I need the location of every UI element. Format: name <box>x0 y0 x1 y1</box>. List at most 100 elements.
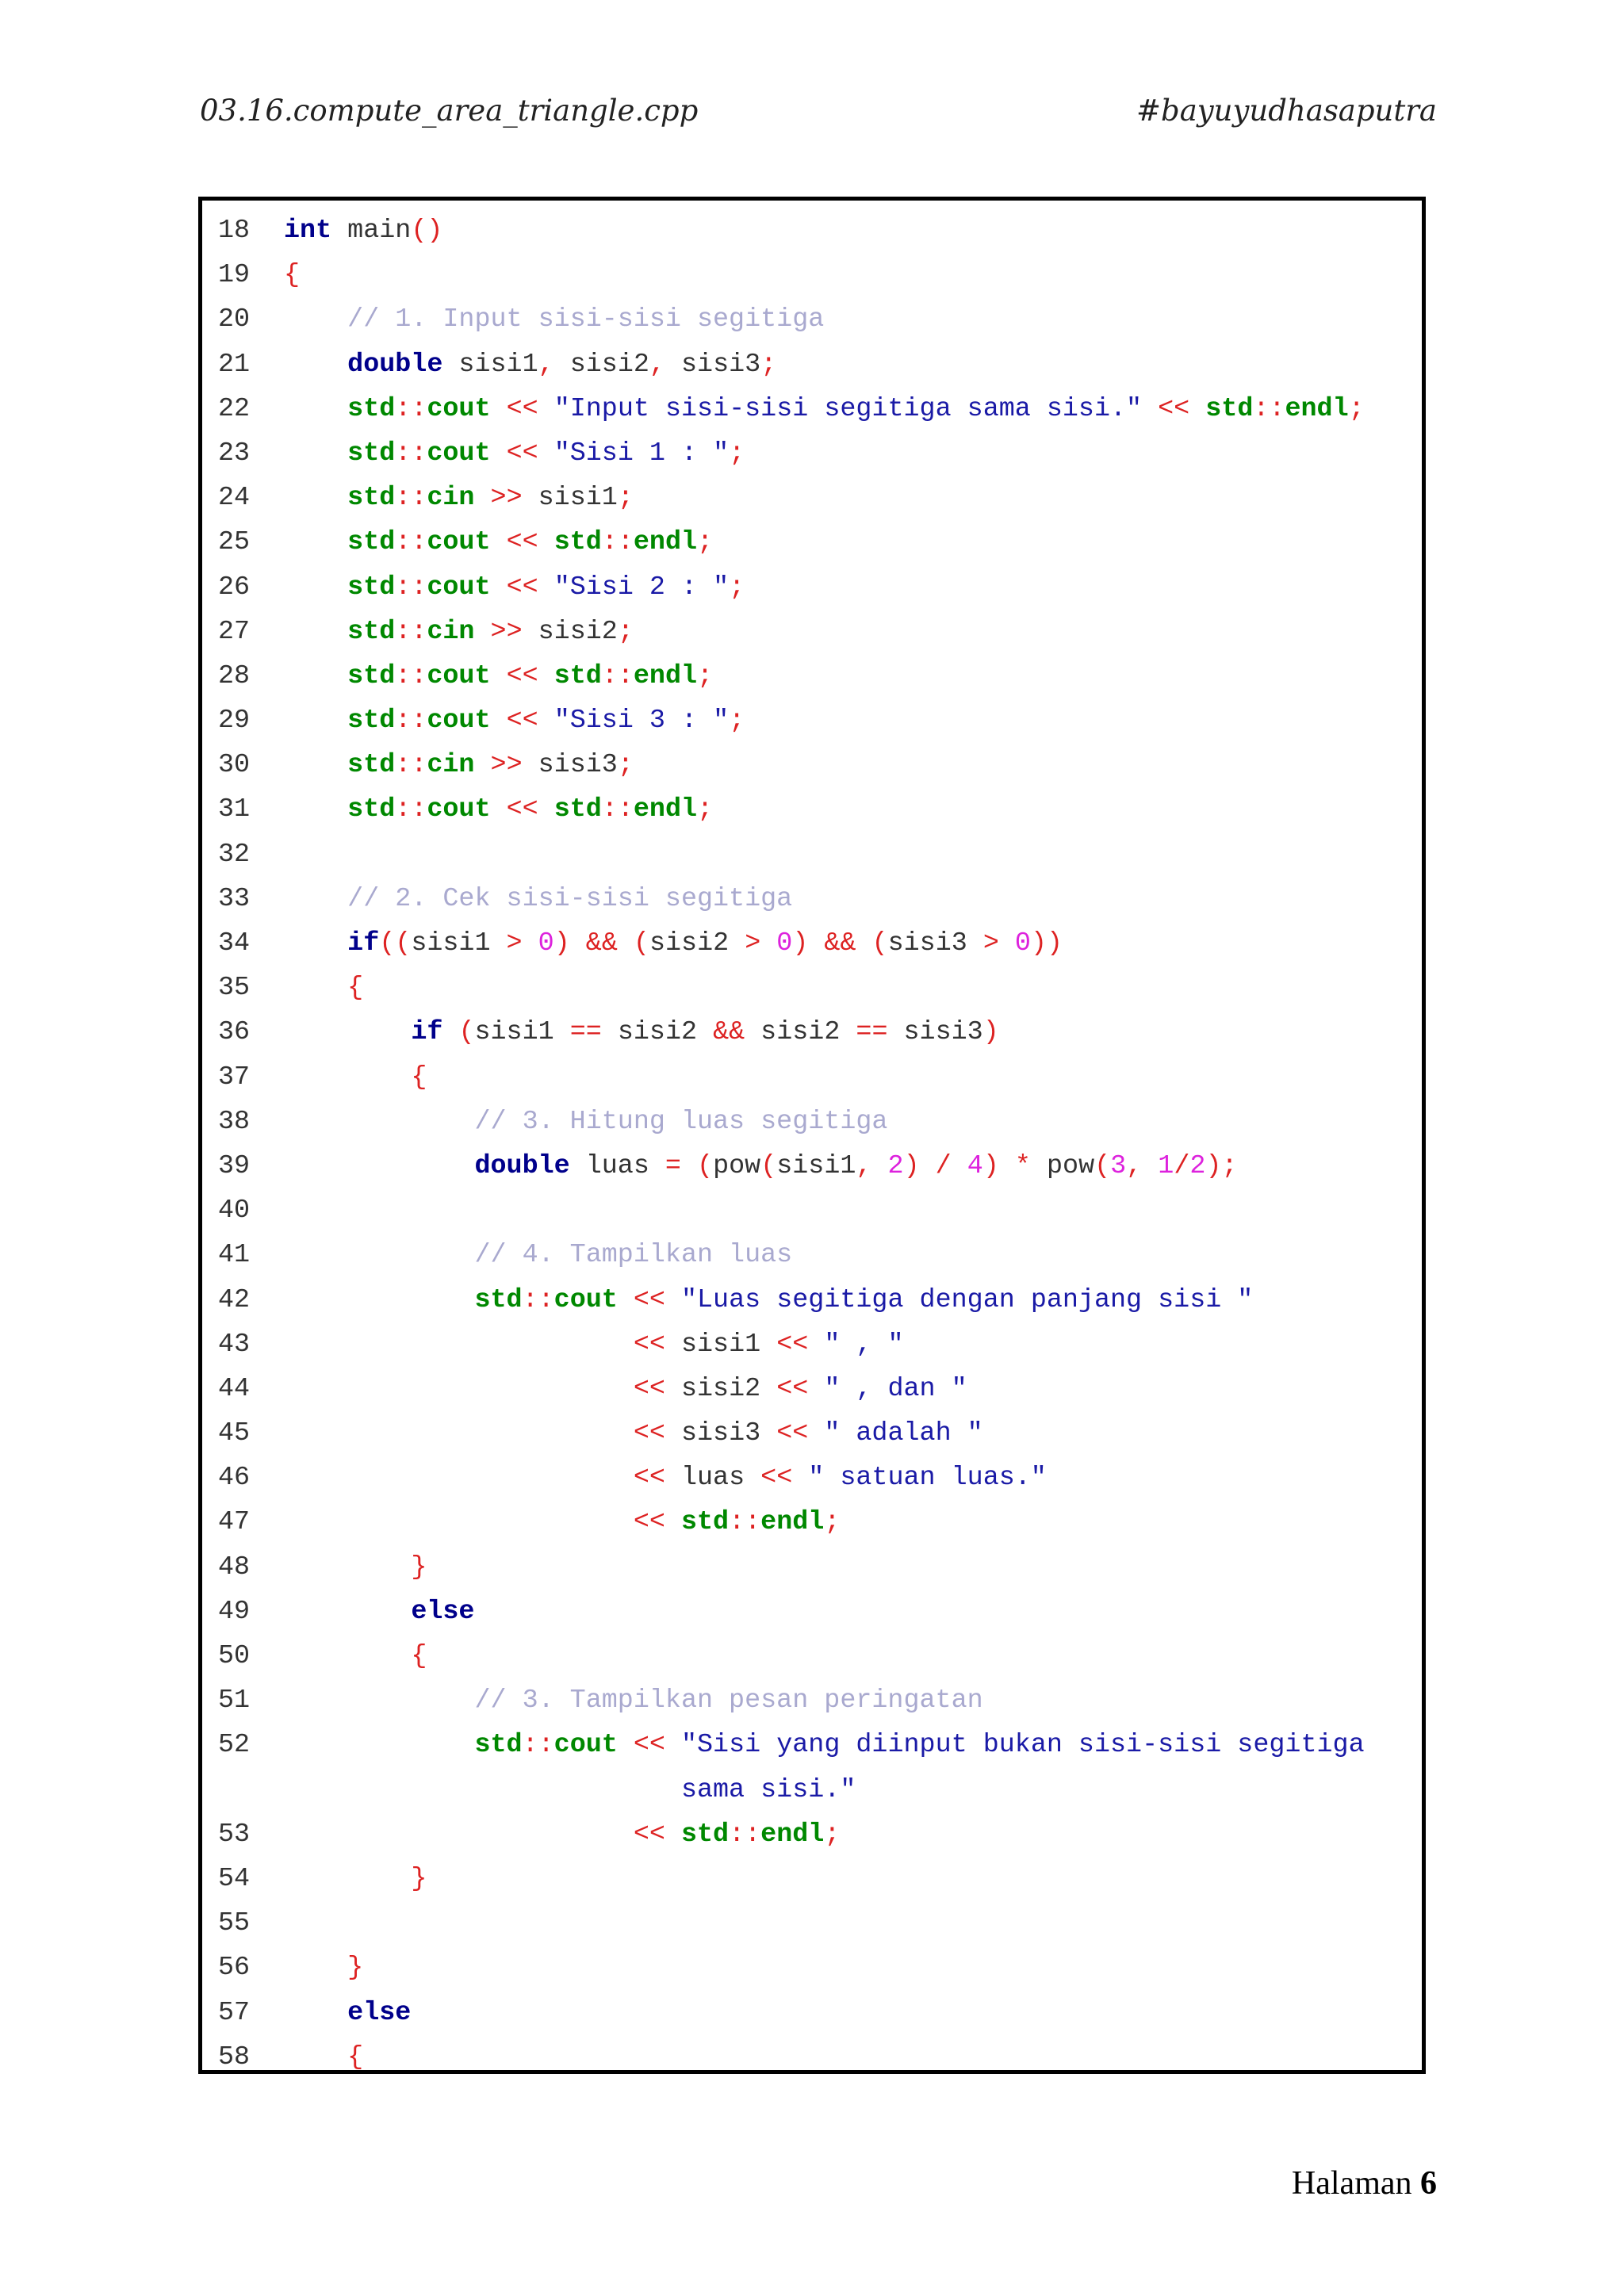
keyword-token: double <box>347 349 443 380</box>
line-number: 24 <box>218 483 251 514</box>
keyword-token: if <box>347 928 380 959</box>
std-token: std <box>347 706 396 737</box>
std-token: std <box>347 750 396 781</box>
number-token: 3 <box>1110 1150 1127 1181</box>
line-number: 50 <box>218 1641 251 1671</box>
line-number: 21 <box>218 349 251 380</box>
code-line: 24 std::cin >> sisi1; <box>202 476 1422 520</box>
code-text: sisi3 <box>887 1017 983 1048</box>
operator-token: , <box>649 349 665 380</box>
line-number: 55 <box>218 1908 251 1939</box>
code-text: sisi3 <box>665 349 761 380</box>
line-code: std::cout << "Input sisi-sisi segitiga s… <box>284 387 1365 431</box>
operator-token: (( <box>379 928 412 959</box>
operator-token: :: <box>522 1730 554 1761</box>
line-number: 25 <box>218 527 251 558</box>
code-line: 54 } <box>202 1857 1422 1901</box>
number-token: 0 <box>1014 928 1031 959</box>
std-token: cout <box>553 1730 618 1761</box>
line-number: 43 <box>218 1329 251 1360</box>
code-line: 46 << luas << " satuan luas." <box>202 1456 1422 1500</box>
page-label: Halaman <box>1291 2165 1412 2202</box>
code-line: 41 // 4. Tampilkan luas <box>202 1233 1422 1277</box>
line-code: << luas << " satuan luas." <box>284 1456 1047 1500</box>
operator-token: :: <box>395 706 427 737</box>
operator-token: << <box>633 1819 665 1850</box>
comment-token: // 2. Cek sisi-sisi segitiga <box>347 883 793 914</box>
line-number: 18 <box>218 216 251 246</box>
code-line: 45 << sisi3 << " adalah " <box>202 1411 1422 1456</box>
code-line: 49 else <box>202 1590 1422 1634</box>
code-line: 32 <box>202 832 1422 877</box>
operator-token: , <box>856 1150 872 1181</box>
operator-token: :: <box>522 1284 554 1315</box>
line-code: double sisi1, sisi2, sisi3; <box>284 342 776 387</box>
keyword-token: if <box>411 1017 443 1048</box>
code-line: 26 std::cout << "Sisi 2 : "; <box>202 565 1422 610</box>
code-line: 37 { <box>202 1055 1422 1100</box>
code-text: sisi3 <box>887 928 983 959</box>
std-token: endl <box>633 660 698 691</box>
line-code: int main() <box>284 209 442 253</box>
line-number: 53 <box>218 1819 251 1850</box>
keyword-token: else <box>347 1997 412 2028</box>
std-token: std <box>347 483 396 514</box>
operator-token: :: <box>729 1819 761 1850</box>
std-token: std <box>680 1819 730 1850</box>
code-line: 18 int main() <box>202 209 1422 253</box>
line-number: 57 <box>218 1997 251 2028</box>
line-code: << std::endl; <box>284 1500 841 1544</box>
std-token: std <box>347 660 396 691</box>
line-code: // 1. Input sisi-sisi segitiga <box>284 297 824 342</box>
line-code: // 3. Hitung luas segitiga <box>284 1100 887 1144</box>
operator-token: ; <box>617 616 634 647</box>
line-code: std::cout << "Sisi 1 : "; <box>284 431 745 476</box>
operator-token: ; <box>697 527 714 558</box>
line-number: 49 <box>218 1596 251 1627</box>
code-text: sisi2 <box>522 616 618 647</box>
line-number: 28 <box>218 660 251 691</box>
operator-token: , <box>538 349 554 380</box>
line-number: 52 <box>218 1730 251 1761</box>
operator-token: ; <box>697 794 714 825</box>
code-line: 28 std::cout << std::endl; <box>202 654 1422 698</box>
std-token: cin <box>427 616 475 647</box>
line-number: 26 <box>218 572 251 603</box>
string-token: " , " <box>824 1329 904 1360</box>
comment-token: // 3. Hitung luas segitiga <box>474 1106 888 1137</box>
operator-token: :: <box>601 794 634 825</box>
code-line: 20 // 1. Input sisi-sisi segitiga <box>202 297 1422 342</box>
number-token: 0 <box>776 928 793 959</box>
code-line: 29 std::cout << "Sisi 3 : "; <box>202 698 1422 743</box>
code-line: 27 std::cin >> sisi2; <box>202 610 1422 654</box>
std-token: std <box>347 527 396 558</box>
header-tag: #bayuyudhasaputra <box>1136 94 1437 128</box>
operator-token: << <box>506 794 538 825</box>
operator-token: :: <box>395 393 427 424</box>
std-token: std <box>347 794 396 825</box>
line-number: 31 <box>218 794 251 825</box>
line-code: } <box>284 1857 427 1901</box>
line-code: // 3. Tampilkan pesan peringatan <box>284 1678 982 1723</box>
line-code: << std::endl; <box>284 1812 841 1857</box>
code-text: sisi2 <box>601 1017 714 1048</box>
std-token: std <box>1205 393 1254 424</box>
std-token: std <box>347 438 396 469</box>
operator-token: :: <box>601 527 634 558</box>
